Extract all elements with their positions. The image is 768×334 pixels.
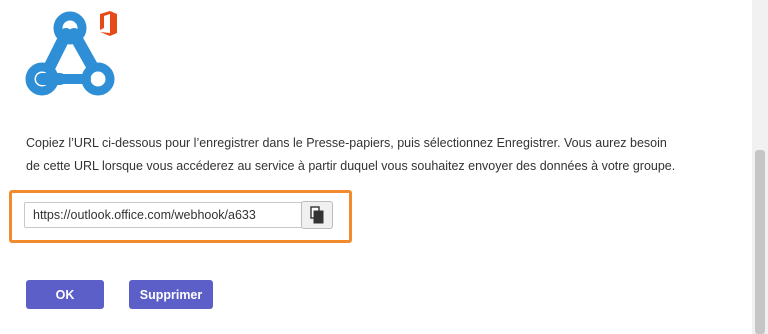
office-logo-icon: [100, 11, 117, 36]
ok-button[interactable]: OK: [26, 280, 104, 309]
webhook-url-field[interactable]: [24, 202, 304, 228]
scrollbar-thumb[interactable]: [755, 150, 765, 334]
copy-icon: [310, 206, 324, 224]
instructions-line-1: Copiez l’URL ci-dessous pour l’enregistr…: [26, 136, 667, 150]
dialog-panel: Copiez l’URL ci-dessous pour l’enregistr…: [0, 0, 752, 334]
delete-button[interactable]: Supprimer: [129, 280, 213, 309]
instructions-text: Copiez l’URL ci-dessous pour l’enregistr…: [26, 132, 746, 178]
webhook-icon: [25, 11, 117, 96]
instructions-line-2: de cette URL lorsque vous accéderez au s…: [26, 159, 676, 173]
copy-url-button[interactable]: [301, 201, 333, 229]
